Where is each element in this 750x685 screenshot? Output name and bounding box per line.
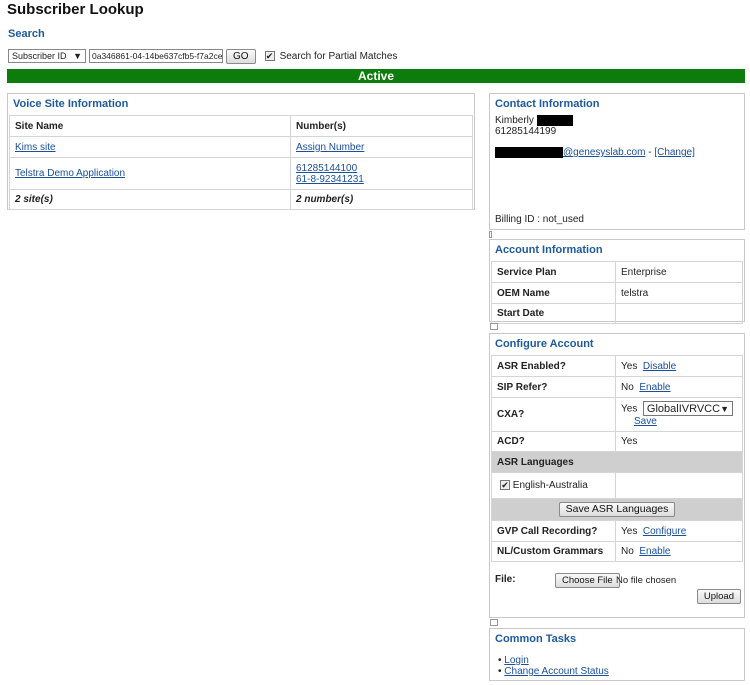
chevron-down-icon: ▼ <box>720 403 729 414</box>
table-row: GVP Call Recording? Yes Configure <box>491 520 743 542</box>
change-contact-link[interactable]: [Change] <box>654 147 695 158</box>
enable-sip-link[interactable]: Enable <box>639 382 670 393</box>
account-panel: Account Information Service Plan Enterpr… <box>489 239 745 324</box>
search-input[interactable]: 0a346861-04-14be637cfb5-f7a2ce9 <box>89 49 223 63</box>
table-row: CXA? Yes GlobalIVRVCC ▼ Save <box>491 397 743 432</box>
table-footer-row: 2 site(s) 2 number(s) <box>9 189 473 210</box>
contact-phone: 61285144199 <box>495 126 557 138</box>
choose-file-button[interactable]: Choose File <box>555 573 620 588</box>
nl-value: No <box>621 546 634 557</box>
save-asr-languages-button[interactable]: Save ASR Languages <box>558 502 676 517</box>
number-count: 2 number(s) <box>290 189 473 210</box>
service-plan-label: Service Plan <box>491 261 616 283</box>
site-link-kims[interactable]: Kims site <box>15 142 56 153</box>
acd-value: Yes <box>615 431 743 452</box>
start-date-value <box>615 303 743 324</box>
contact-title: Contact Information <box>495 98 600 110</box>
configure-panel: Configure Account ASR Enabled? Yes Disab… <box>489 333 745 618</box>
start-date-label: Start Date <box>491 303 616 324</box>
change-status-link[interactable]: Change Account Status <box>504 666 609 677</box>
login-link[interactable]: Login <box>504 655 528 666</box>
table-row: Service Plan Enterprise <box>491 261 743 283</box>
sip-value: No <box>621 381 634 393</box>
search-bar: Subscriber ID ▼ 0a346861-04-14be637cfb5-… <box>8 48 397 64</box>
col-site-name: Site Name <box>9 115 291 137</box>
disable-asr-link[interactable]: Disable <box>643 361 676 372</box>
search-type-select[interactable]: Subscriber ID ▼ <box>8 49 86 63</box>
language-checkbox[interactable]: ✔ <box>500 480 510 490</box>
table-row: NL/Custom Grammars No Enable <box>491 541 743 562</box>
oem-name-value: telstra <box>615 282 743 304</box>
partial-match-label: Search for Partial Matches <box>279 50 398 62</box>
nl-label: NL/Custom Grammars <box>491 541 616 562</box>
number-link[interactable]: 61-8-92341231 <box>296 174 364 185</box>
account-table: Service Plan Enterprise OEM Name telstra… <box>491 261 743 324</box>
voice-site-panel: Voice Site Information Site Name Number(… <box>7 93 475 210</box>
table-row: Start Date <box>491 303 743 324</box>
voice-site-table: Site Name Number(s) Kims site Assign Num… <box>9 115 473 210</box>
language-label: English-Australia <box>512 480 588 491</box>
asr-label: ASR Enabled? <box>491 355 616 377</box>
acd-label: ACD? <box>491 431 616 452</box>
contact-panel: Contact Information Kimberly 61285144199… <box>489 93 745 230</box>
upload-button[interactable]: Upload <box>696 589 741 604</box>
collapse-icon[interactable] <box>489 231 492 238</box>
no-file-text: No file chosen <box>616 575 677 586</box>
page-title: Subscriber Lookup <box>7 1 144 18</box>
table-row: ✔ English-Australia <box>491 472 743 499</box>
table-row: Telstra Demo Application 61285144100 61-… <box>9 157 473 190</box>
voice-site-title: Voice Site Information <box>13 98 129 110</box>
separator: - <box>645 147 655 159</box>
file-label: File: <box>495 574 516 585</box>
table-row: OEM Name telstra <box>491 282 743 304</box>
oem-name-label: OEM Name <box>491 282 616 304</box>
chevron-down-icon: ▼ <box>73 51 82 61</box>
cxa-label: CXA? <box>491 397 616 432</box>
asr-value: Yes <box>621 360 638 372</box>
save-cxa-link[interactable]: Save <box>634 416 657 427</box>
save-languages-row: Save ASR Languages <box>491 498 743 521</box>
table-row: Kims site Assign Number <box>9 136 473 158</box>
tasks-panel: Common Tasks • Login • Change Account St… <box>489 628 745 681</box>
file-upload-row: File: Choose File No file chosen Upload <box>495 573 741 610</box>
redacted-block <box>536 115 573 126</box>
gvp-label: GVP Call Recording? <box>491 520 616 542</box>
table-row: ASR Enabled? Yes Disable <box>491 355 743 377</box>
billing-id: Billing ID : not_used <box>495 214 584 225</box>
site-link-telstra[interactable]: Telstra Demo Application <box>15 168 125 179</box>
cxa-value: Yes <box>621 403 638 415</box>
table-row: ACD? Yes <box>491 431 743 452</box>
contact-email-link[interactable]: @genesyslab.com <box>563 147 645 158</box>
search-type-value: Subscriber ID <box>12 51 67 61</box>
sip-label: SIP Refer? <box>491 376 616 398</box>
partial-match-checkbox[interactable]: ✔ <box>264 51 275 61</box>
cxa-selected-value: GlobalIVRVCC <box>646 402 721 415</box>
asr-languages-label: ASR Languages <box>491 451 743 473</box>
col-numbers: Number(s) <box>290 115 473 137</box>
asr-languages-header: ASR Languages <box>491 451 743 473</box>
table-header-row: Site Name Number(s) <box>9 115 473 137</box>
configure-title: Configure Account <box>495 338 594 350</box>
service-plan-value: Enterprise <box>615 261 743 283</box>
go-button[interactable]: GO <box>226 48 256 64</box>
collapse-icon[interactable] <box>490 323 498 330</box>
gvp-value: Yes <box>621 525 638 537</box>
site-count: 2 site(s) <box>9 189 291 210</box>
enable-nl-link[interactable]: Enable <box>639 546 670 557</box>
account-title: Account Information <box>495 244 603 256</box>
status-banner: Active <box>7 69 745 83</box>
configure-table: ASR Enabled? Yes Disable SIP Refer? No E… <box>491 355 743 562</box>
cxa-select[interactable]: GlobalIVRVCC ▼ <box>642 401 733 416</box>
assign-number-link[interactable]: Assign Number <box>296 142 364 153</box>
redacted-block <box>495 147 563 159</box>
number-link[interactable]: 61285144100 <box>296 163 357 174</box>
configure-gvp-link[interactable]: Configure <box>643 526 686 537</box>
collapse-icon[interactable] <box>490 619 498 626</box>
search-heading: Search <box>8 28 45 40</box>
table-row: SIP Refer? No Enable <box>491 376 743 398</box>
tasks-title: Common Tasks <box>495 633 577 645</box>
contact-first-name: Kimberly <box>495 115 534 127</box>
partial-match-option: ✔ Search for Partial Matches <box>264 50 398 62</box>
